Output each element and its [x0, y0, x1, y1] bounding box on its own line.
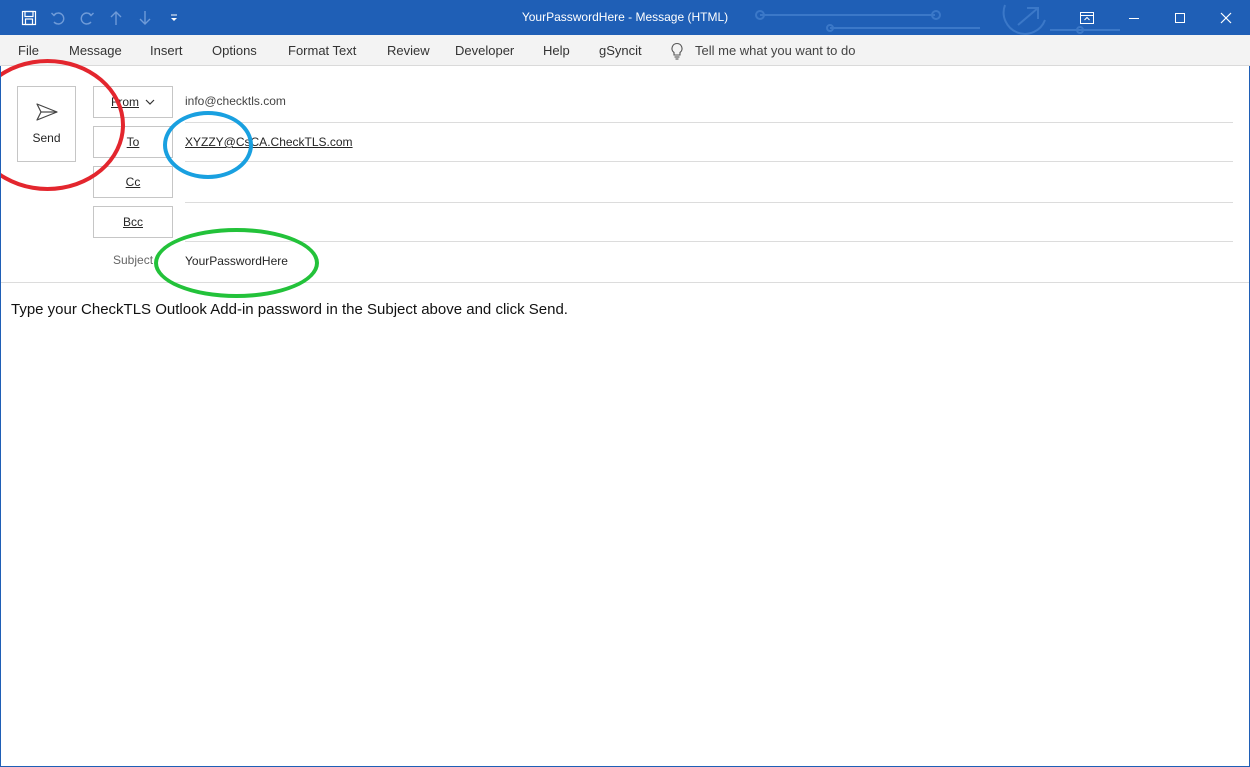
subject-field[interactable]: YourPasswordHere [185, 254, 288, 268]
bcc-button[interactable]: Bcc [93, 206, 173, 238]
send-icon [35, 103, 58, 121]
cc-field[interactable] [185, 202, 1233, 203]
to-button[interactable]: To [93, 126, 173, 158]
divider [185, 122, 1233, 123]
from-label: From [111, 95, 139, 109]
close-icon[interactable] [1203, 0, 1249, 35]
tab-options[interactable]: Options [212, 35, 257, 66]
cc-label: Cc [125, 175, 141, 189]
tell-me-search[interactable]: Tell me what you want to do [670, 35, 855, 66]
minimize-icon[interactable] [1111, 0, 1157, 35]
send-button[interactable]: Send [17, 86, 76, 162]
chevron-down-icon [145, 99, 155, 105]
cc-button[interactable]: Cc [93, 166, 173, 198]
from-field: info@checktls.com [185, 94, 286, 108]
to-label: To [126, 135, 140, 149]
message-body[interactable]: Type your CheckTLS Outlook Add-in passwo… [11, 301, 568, 318]
circuit-decoration [755, 4, 1120, 35]
from-button[interactable]: From [93, 86, 173, 118]
tab-format-text[interactable]: Format Text [288, 35, 356, 66]
maximize-icon[interactable] [1157, 0, 1203, 35]
bcc-label: Bcc [122, 215, 143, 229]
bcc-field[interactable] [185, 241, 1233, 242]
ribbon-display-options-icon[interactable] [1064, 0, 1110, 35]
redo-icon[interactable] [72, 0, 101, 35]
tab-developer[interactable]: Developer [455, 35, 514, 66]
to-field[interactable]: XYZZY@CsCA.CheckTLS.com [185, 135, 353, 149]
subject-label: Subject [113, 253, 154, 267]
tab-message[interactable]: Message [69, 35, 122, 66]
tab-help[interactable]: Help [543, 35, 570, 66]
customize-qat-icon[interactable] [159, 0, 188, 35]
previous-item-icon[interactable] [101, 0, 130, 35]
tab-review[interactable]: Review [387, 35, 430, 66]
next-item-icon[interactable] [130, 0, 159, 35]
divider [185, 161, 1233, 162]
undo-icon[interactable] [43, 0, 72, 35]
tab-gsyncit[interactable]: gSyncit [599, 35, 642, 66]
ribbon-tabs: File Message Insert Options Format Text … [0, 35, 1250, 66]
lightbulb-icon [671, 42, 683, 60]
window-border-left [0, 66, 1, 767]
title-bar: YourPasswordHere - Message (HTML) [0, 0, 1250, 35]
tab-file[interactable]: File [18, 35, 39, 66]
save-icon[interactable] [14, 0, 43, 35]
quick-access-toolbar [14, 0, 188, 35]
tell-me-label: Tell me what you want to do [695, 43, 856, 58]
send-label: Send [32, 131, 61, 145]
tab-insert[interactable]: Insert [150, 35, 183, 66]
